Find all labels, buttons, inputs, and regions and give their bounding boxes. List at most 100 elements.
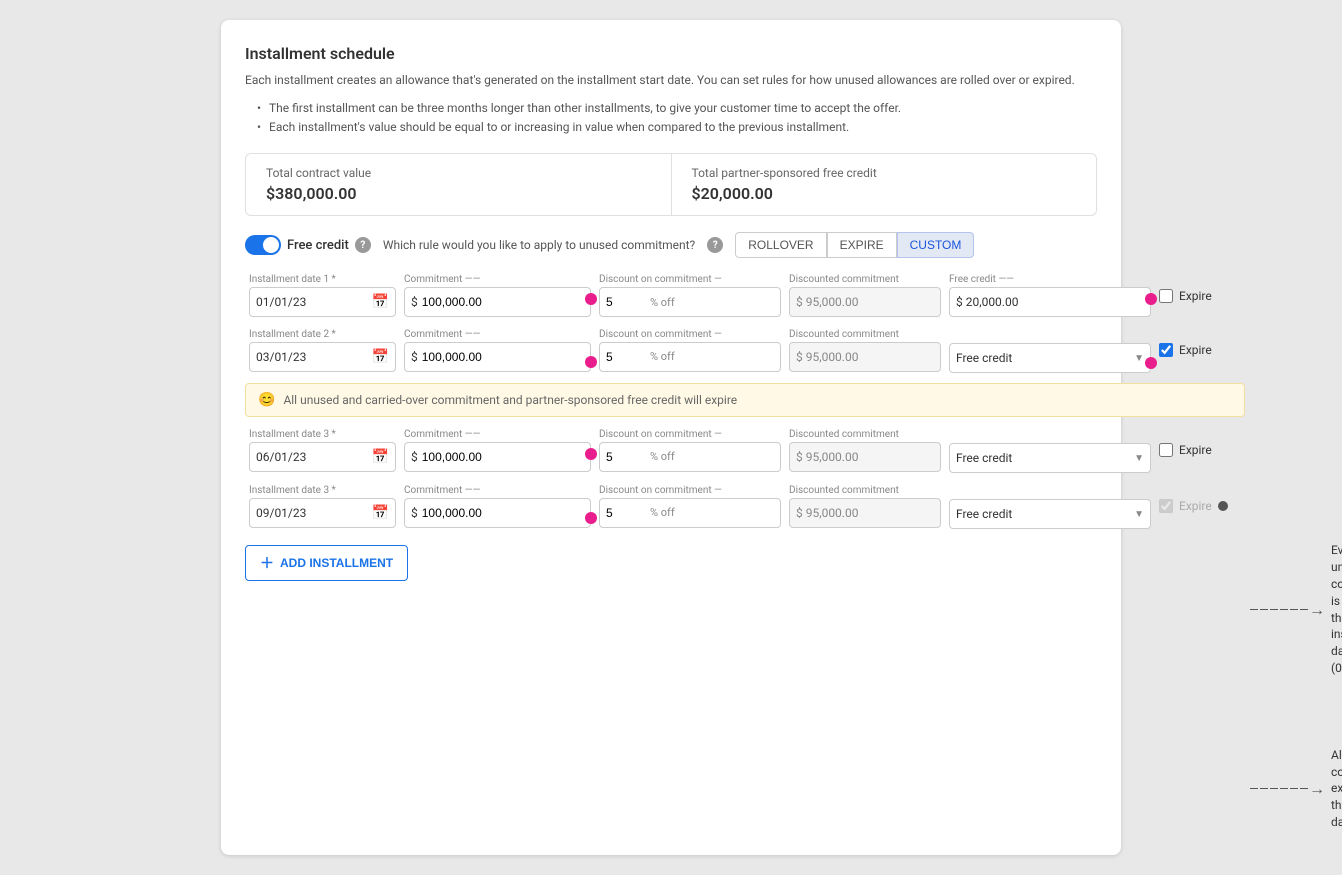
expire-checkbox-1[interactable] [1159,289,1173,303]
total-credit-label: Total partner-sponsored free credit [692,166,1077,180]
table-row: Installment date 1 * 01/01/23 📅 Commitme… [245,272,1245,319]
commitment-value-4[interactable] [422,506,584,520]
commitment-label-1: Commitment —— [404,274,591,285]
commitment-input-4[interactable]: $ [404,498,591,528]
commitment-value-2[interactable] [422,350,584,364]
discount-field-4: Discount on commitment — % off [595,483,785,530]
commitment-label-2: Commitment —— [404,329,591,340]
date-input-4[interactable]: 09/01/23 📅 [249,498,396,528]
rollover-btn[interactable]: ROLLOVER [735,232,826,258]
expire-wrap-4: Expire [1155,489,1245,523]
discounted-input-4: $ 95,000.00 [789,498,941,528]
bullet-list: The first installment can be three month… [257,99,1097,137]
discount-suffix-2: % off [650,350,675,363]
discounted-value-1: $ 95,000.00 [796,295,858,309]
expire-checkbox-4[interactable] [1159,499,1173,513]
discounted-label-4: Discounted commitment [789,485,941,496]
commitment-field-4: Commitment —— $ [400,483,595,530]
discounted-input-3: $ 95,000.00 [789,442,941,472]
total-contract-value: $380,000.00 [266,184,651,203]
discount-input-1[interactable]: % off [599,287,781,317]
installment-schedule-card: Installment schedule Each installment cr… [221,20,1121,855]
discount-value-4[interactable] [606,506,646,520]
discount-value-3[interactable] [606,450,646,464]
expire-label-2: Expire [1179,343,1212,357]
dash-line-2: → [1249,779,1325,799]
date-value-3: 06/01/23 [256,450,306,464]
custom-btn[interactable]: CUSTOM [897,232,975,258]
date-field-2: Installment date 2 * 03/01/23 📅 [245,327,400,374]
calendar-icon-2: 📅 [372,349,389,365]
free-credit-select-4[interactable]: Free credit ▼ [949,499,1151,529]
expire-wrap-2: Expire [1155,333,1245,367]
free-credit-row: Free credit ? Which rule would you like … [245,232,1097,258]
discounted-input-2: $ 95,000.00 [789,342,941,372]
commitment-input-2[interactable]: $ [404,342,591,372]
discounted-input-1: $ 95,000.00 [789,287,941,317]
free-credit-select-val-2: Free credit [956,351,1012,365]
date-value-4: 09/01/23 [256,506,306,520]
add-installment-button[interactable]: ＋ ADD INSTALLMENT [245,545,408,581]
commitment-field-3: Commitment —— $ [400,427,595,474]
free-credit-val-1: $ 20,000.00 [956,295,1018,309]
pink-dot-down-2 [585,356,597,368]
table-row: Installment date 2 * 03/01/23 📅 Commitme… [245,325,1245,375]
discount-input-3[interactable]: % off [599,442,781,472]
date-value-2: 03/01/23 [256,350,306,364]
pink-dot-free-down-2 [1145,357,1157,369]
discounted-value-3: $ 95,000.00 [796,450,858,464]
summary-row: Total contract value $380,000.00 Total p… [245,153,1097,216]
card-title: Installment schedule [245,44,1097,63]
date-value-1: 01/01/23 [256,295,306,309]
discounted-label-3: Discounted commitment [789,429,941,440]
discount-label-4: Discount on commitment — [599,485,781,496]
discount-input-4[interactable]: % off [599,498,781,528]
commitment-value-1[interactable] [422,295,584,309]
annotation-row-2: → All unused commitment expires at the o… [1249,747,1342,831]
date-label-1: Installment date 1 * [249,274,396,285]
calendar-icon-4: 📅 [372,505,389,521]
date-label-4: Installment date 3 * [249,485,396,496]
total-credit-box: Total partner-sponsored free credit $20,… [672,154,1097,215]
discount-label-2: Discount on commitment — [599,329,781,340]
free-credit-col-label-1: Free credit —— [949,274,1151,285]
date-input-3[interactable]: 06/01/23 📅 [249,442,396,472]
expire-checkbox-2[interactable] [1159,343,1173,357]
bullet-1: The first installment can be three month… [257,99,1097,118]
commitment-label-3: Commitment —— [404,429,591,440]
free-credit-toggle[interactable] [245,235,281,255]
total-credit-value: $20,000.00 [692,184,1077,203]
discount-value-2[interactable] [606,350,646,364]
free-credit-field-2: Free credit ▼ [945,325,1155,375]
expire-wrap-3: Expire [1155,433,1245,467]
discount-field-2: Discount on commitment — % off [595,327,785,374]
dropdown-arrow-2: ▼ [1134,353,1144,364]
commitment-field-1: Commitment —— $ [400,272,595,319]
discounted-field-2: Discounted commitment $ 95,000.00 [785,327,945,374]
bullet-2: Each installment's value should be equal… [257,118,1097,137]
discount-suffix-4: % off [650,506,675,519]
commitment-input-3[interactable]: $ [404,442,591,472]
outer-row: Installment date 1 * 01/01/23 📅 Commitme… [245,272,1097,830]
divider-row: 😊 All unused and carried-over commitment… [245,383,1245,417]
add-icon: ＋ [260,553,274,573]
expire-btn[interactable]: EXPIRE [827,232,897,258]
free-credit-field-1: Free credit —— $ 20,000.00 [945,272,1155,319]
commitment-field-2: Commitment —— $ [400,327,595,374]
commitment-value-3[interactable] [422,450,584,464]
free-credit-input-1[interactable]: $ 20,000.00 [949,287,1151,317]
free-credit-select-3[interactable]: Free credit ▼ [949,443,1151,473]
free-credit-field-3: Free credit ▼ [945,425,1155,475]
free-credit-label: Free credit [287,238,349,253]
rule-help-icon[interactable]: ? [707,237,723,253]
free-credit-help-icon[interactable]: ? [355,237,371,253]
date-input-2[interactable]: 03/01/23 📅 [249,342,396,372]
left-section: Installment date 1 * 01/01/23 📅 Commitme… [245,272,1245,581]
free-credit-select-2[interactable]: Free credit ▼ [949,343,1151,373]
commitment-input-1[interactable]: $ [404,287,591,317]
discount-value-1[interactable] [606,295,646,309]
discount-input-2[interactable]: % off [599,342,781,372]
expire-checkbox-3[interactable] [1159,443,1173,457]
table-row: Installment date 3 * 06/01/23 📅 Commitme… [245,425,1245,475]
date-input-1[interactable]: 01/01/23 📅 [249,287,396,317]
